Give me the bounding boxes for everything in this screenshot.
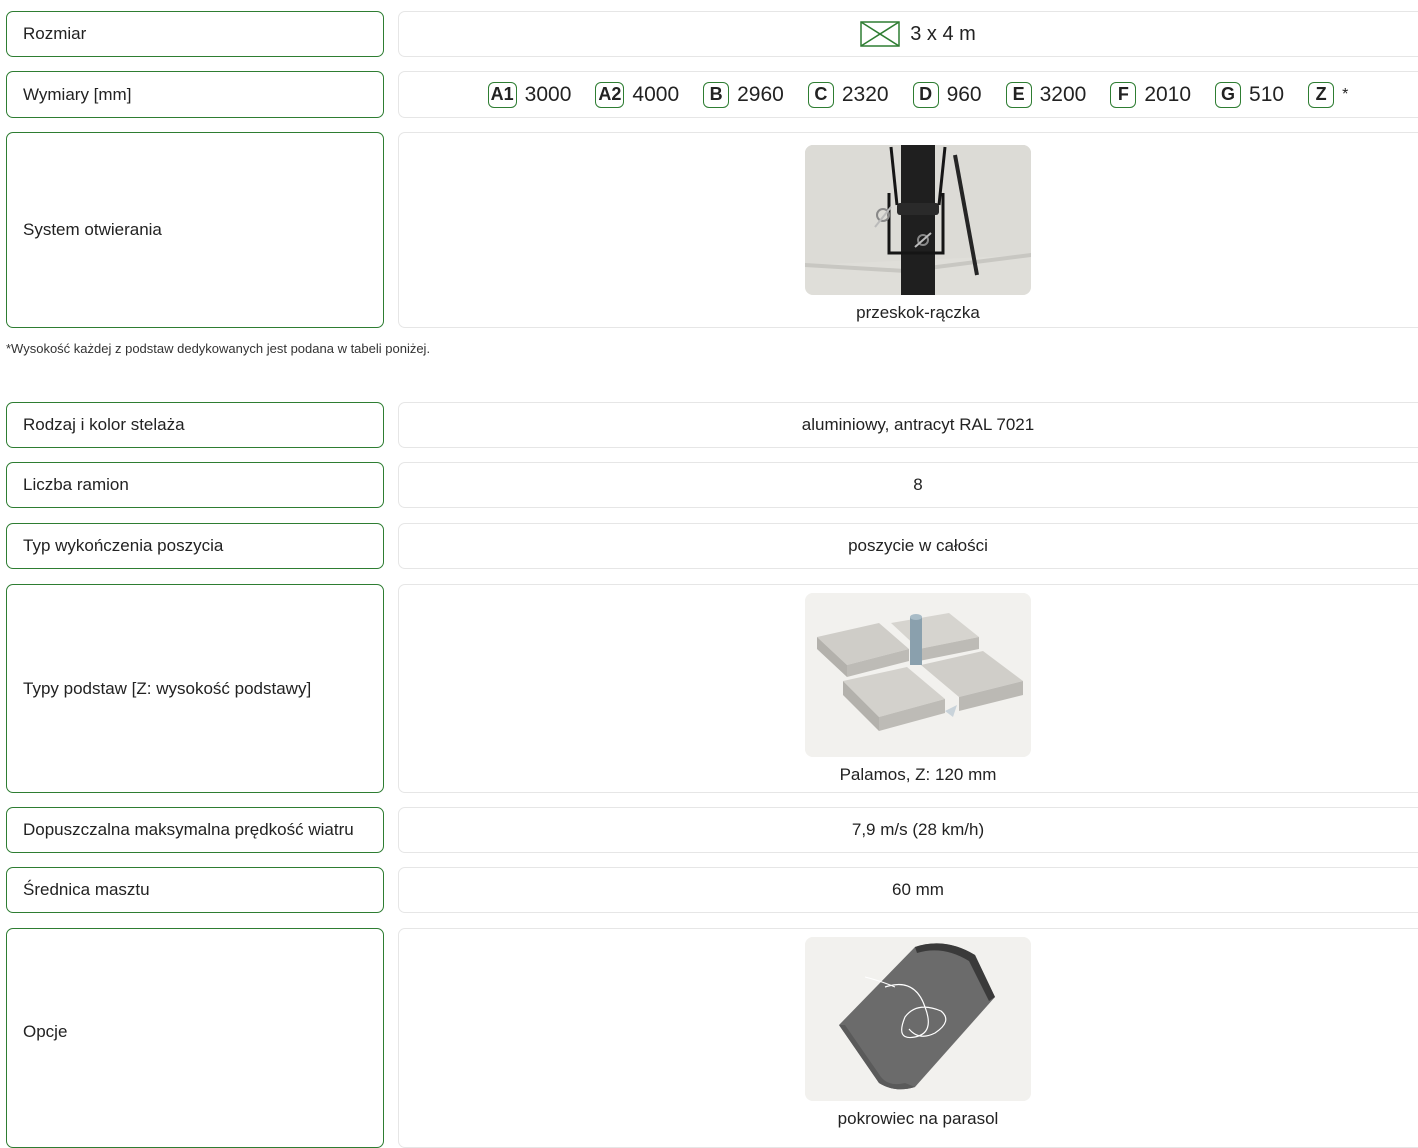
spec-value: Palamos, Z: 120 mm bbox=[398, 584, 1418, 793]
spec-value: przeskok-rączka bbox=[398, 132, 1418, 328]
spec-row-wind-speed: Dopuszczalna maksymalna prędkość wiatru … bbox=[6, 807, 1418, 853]
spec-label: Dopuszczalna maksymalna prędkość wiatru bbox=[6, 807, 384, 853]
arms-value: 8 bbox=[913, 475, 923, 494]
cover-image bbox=[805, 937, 1031, 1101]
frame-value: aluminiowy, antracyt RAL 7021 bbox=[801, 415, 1035, 434]
footnote: *Wysokość każdej z podstaw dedykowanych … bbox=[6, 341, 431, 356]
dimension-value: 2010 bbox=[1144, 82, 1192, 106]
dimension-key-badge: Z bbox=[1308, 81, 1335, 108]
spec-value: aluminiowy, antracyt RAL 7021 bbox=[398, 402, 1418, 448]
spec-label: Typ wykończenia poszycia bbox=[6, 523, 384, 569]
spec-row-opening-system: System otwierania przeskok-rączka bbox=[6, 132, 1418, 328]
dimension-item: F 2010 bbox=[1110, 81, 1192, 108]
dimension-value: 4000 bbox=[632, 82, 680, 106]
dimension-value: * bbox=[1342, 85, 1349, 103]
spec-label: Średnica masztu bbox=[6, 867, 384, 913]
dimension-key-badge: G bbox=[1215, 81, 1242, 108]
base-image bbox=[805, 592, 1031, 757]
spec-row-options: Opcje pokrowiec na parasol bbox=[6, 928, 1418, 1148]
dimension-key-badge: A1 bbox=[487, 81, 517, 108]
dimension-list: A1 3000 A2 4000 B 2960 C 2320 D 960 E 3200 F 20… bbox=[487, 81, 1349, 108]
dimension-key-badge: D bbox=[912, 81, 939, 108]
spec-value: 8 bbox=[398, 462, 1418, 508]
spec-value: A1 3000 A2 4000 B 2960 C 2320 D 960 E 3200 F 20… bbox=[398, 71, 1418, 118]
dimension-item: C 2320 bbox=[807, 81, 889, 108]
spec-value: poszycie w całości bbox=[398, 523, 1418, 569]
spec-row-dimensions: Wymiary [mm] A1 3000 A2 4000 B 2960 C 2320 D… bbox=[6, 71, 1418, 118]
spec-value: pokrowiec na parasol bbox=[398, 928, 1418, 1148]
dimension-item: A2 4000 bbox=[595, 81, 680, 108]
wind-speed-value: 7,9 m/s (28 km/h) bbox=[851, 820, 985, 839]
dimension-item: E 3200 bbox=[1005, 81, 1087, 108]
cover-caption: pokrowiec na parasol bbox=[837, 1109, 999, 1128]
spec-row-arms: Liczba ramion 8 bbox=[6, 462, 1418, 508]
dimension-value: 3200 bbox=[1039, 82, 1087, 106]
spec-row-size: Rozmiar 3 x 4 m bbox=[6, 11, 1418, 57]
dimension-value: 510 bbox=[1249, 82, 1285, 106]
dimension-value: 960 bbox=[946, 82, 982, 106]
spec-label: System otwierania bbox=[6, 132, 384, 328]
rectangle-crossed-icon bbox=[860, 21, 900, 47]
spec-label: Typy podstaw [Z: wysokość podstawy] bbox=[6, 584, 384, 793]
spec-label: Opcje bbox=[6, 928, 384, 1148]
dimension-item: D 960 bbox=[912, 81, 982, 108]
spec-row-canopy-finish: Typ wykończenia poszycia poszycie w cało… bbox=[6, 523, 1418, 569]
dimension-key-badge: C bbox=[807, 81, 834, 108]
dimension-key-badge: B bbox=[703, 81, 730, 108]
spec-row-frame: Rodzaj i kolor stelaża aluminiowy, antra… bbox=[6, 402, 1418, 448]
spec-label: Wymiary [mm] bbox=[6, 71, 384, 118]
spec-label: Rodzaj i kolor stelaża bbox=[6, 402, 384, 448]
dimension-item: A1 3000 bbox=[487, 81, 572, 108]
dimension-value: 2960 bbox=[737, 82, 784, 106]
size-value: 3 x 4 m bbox=[910, 22, 976, 45]
dimension-value: 3000 bbox=[524, 82, 572, 106]
spec-label: Rozmiar bbox=[6, 11, 384, 57]
opening-system-image bbox=[805, 145, 1031, 295]
dimension-key-badge: E bbox=[1005, 81, 1032, 108]
spec-value: 7,9 m/s (28 km/h) bbox=[398, 807, 1418, 853]
spec-row-mast-diameter: Średnica masztu 60 mm bbox=[6, 867, 1418, 913]
spec-value: 60 mm bbox=[398, 867, 1418, 913]
spec-label: Liczba ramion bbox=[6, 462, 384, 508]
opening-system-caption: przeskok-rączka bbox=[856, 303, 980, 322]
spec-value: 3 x 4 m bbox=[398, 11, 1418, 57]
dimension-value: 2320 bbox=[841, 82, 889, 106]
dimension-item: G 510 bbox=[1215, 81, 1285, 108]
dimension-key-badge: F bbox=[1110, 81, 1137, 108]
base-caption: Palamos, Z: 120 mm bbox=[839, 764, 997, 784]
dimension-key-badge: A2 bbox=[595, 81, 625, 108]
spec-row-base-types: Typy podstaw [Z: wysokość podstawy] Pala… bbox=[6, 584, 1418, 793]
dimension-item: B 2960 bbox=[703, 81, 784, 108]
mast-diameter-value: 60 mm bbox=[892, 880, 944, 899]
canopy-finish-value: poszycie w całości bbox=[848, 536, 988, 555]
dimension-item: Z * bbox=[1308, 81, 1349, 108]
